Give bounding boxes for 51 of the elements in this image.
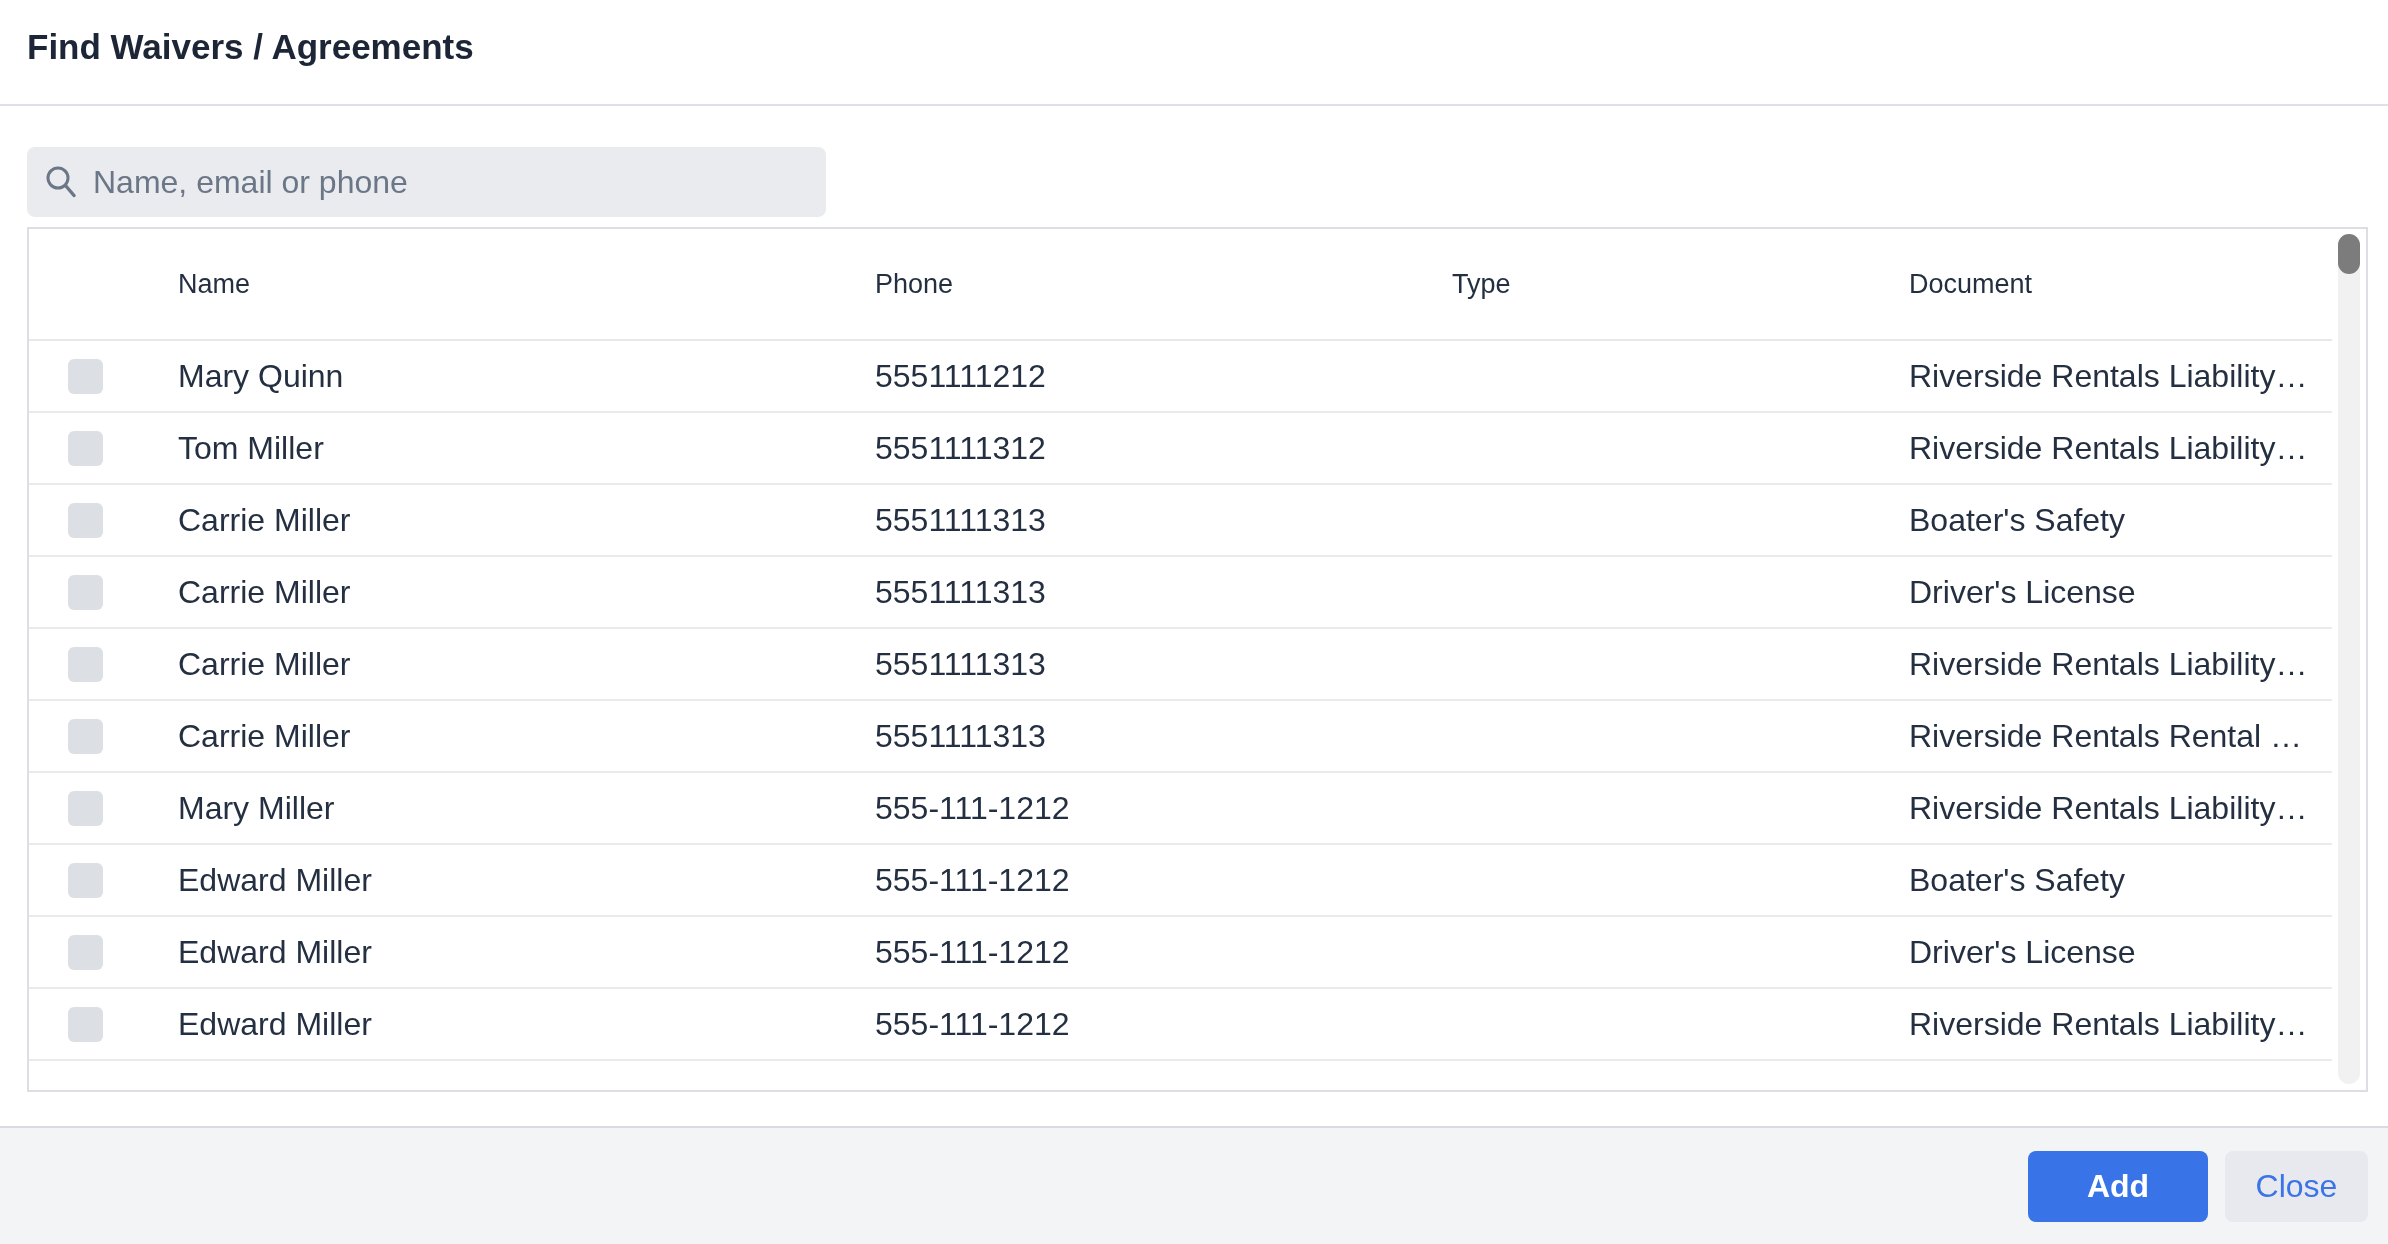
column-header: Phone bbox=[875, 268, 954, 300]
table-cell: Riverside Rentals Liability… bbox=[1909, 429, 2308, 467]
table-cell: Riverside Rentals Liability… bbox=[1909, 357, 2308, 395]
table-cell: Boater's Safety bbox=[1909, 501, 2125, 539]
row-checkbox[interactable] bbox=[68, 358, 103, 394]
table-cell: Riverside Rentals Liability… bbox=[1909, 645, 2308, 683]
row-checkbox[interactable] bbox=[68, 646, 103, 682]
table-cell: Riverside Rentals Rental … bbox=[1909, 717, 2303, 755]
table-cell: Carrie Miller bbox=[178, 501, 351, 539]
table-cell: Edward Miller bbox=[178, 861, 372, 899]
row-checkbox[interactable] bbox=[68, 502, 103, 538]
scrollbar-track[interactable] bbox=[2338, 234, 2360, 1084]
table-cell: 555-111-1212 bbox=[875, 861, 1070, 899]
table-cell: Mary Miller bbox=[178, 789, 335, 827]
row-checkbox[interactable] bbox=[68, 934, 103, 970]
table-cell: Boater's Safety bbox=[1909, 861, 2125, 899]
table-cell: 5551111313 bbox=[875, 573, 1046, 611]
table-cell: Edward Miller bbox=[178, 933, 372, 971]
search-icon bbox=[46, 166, 76, 198]
table-cell: Carrie Miller bbox=[178, 645, 351, 683]
table-cell: Tom Miller bbox=[178, 429, 324, 467]
column-header: Type bbox=[1452, 268, 1511, 300]
table-cell: Carrie Miller bbox=[178, 717, 351, 755]
row-checkbox[interactable] bbox=[68, 862, 103, 898]
table-cell: 555-111-1212 bbox=[875, 789, 1070, 827]
close-button[interactable]: Close bbox=[2225, 1151, 2368, 1222]
table-cell: Riverside Rentals Liability… bbox=[1909, 1005, 2308, 1043]
table-cell: Carrie Miller bbox=[178, 573, 351, 611]
table-cell: 5551111313 bbox=[875, 717, 1046, 755]
table-cell: Mary Quinn bbox=[178, 357, 344, 395]
table-cell: 5551111313 bbox=[875, 501, 1046, 539]
row-checkbox[interactable] bbox=[68, 718, 103, 754]
row-checkbox[interactable] bbox=[68, 790, 103, 826]
row-checkbox[interactable] bbox=[68, 430, 103, 466]
table-cell: Edward Miller bbox=[178, 1005, 372, 1043]
add-button[interactable]: Add bbox=[2028, 1151, 2208, 1222]
row-checkbox[interactable] bbox=[68, 574, 103, 610]
table-cell: 555-111-1212 bbox=[875, 933, 1070, 971]
table-cell: 5551111313 bbox=[875, 645, 1046, 683]
table-cell: Riverside Rentals Liability… bbox=[1909, 789, 2308, 827]
column-header: Name bbox=[178, 268, 251, 300]
column-header: Document bbox=[1909, 268, 2033, 300]
table-cell: Driver's License bbox=[1909, 573, 2136, 611]
scrollbar-thumb[interactable] bbox=[2338, 234, 2360, 274]
table-cell: 555-111-1212 bbox=[875, 1005, 1070, 1043]
table-cell: 5551111312 bbox=[875, 429, 1046, 467]
table-cell: Driver's License bbox=[1909, 933, 2136, 971]
dialog-title: Find Waivers / Agreements bbox=[27, 26, 474, 68]
table-cell: 5551111212 bbox=[875, 357, 1046, 395]
search-field[interactable]: Name, email or phone bbox=[27, 147, 826, 217]
row-checkbox[interactable] bbox=[68, 1006, 103, 1042]
